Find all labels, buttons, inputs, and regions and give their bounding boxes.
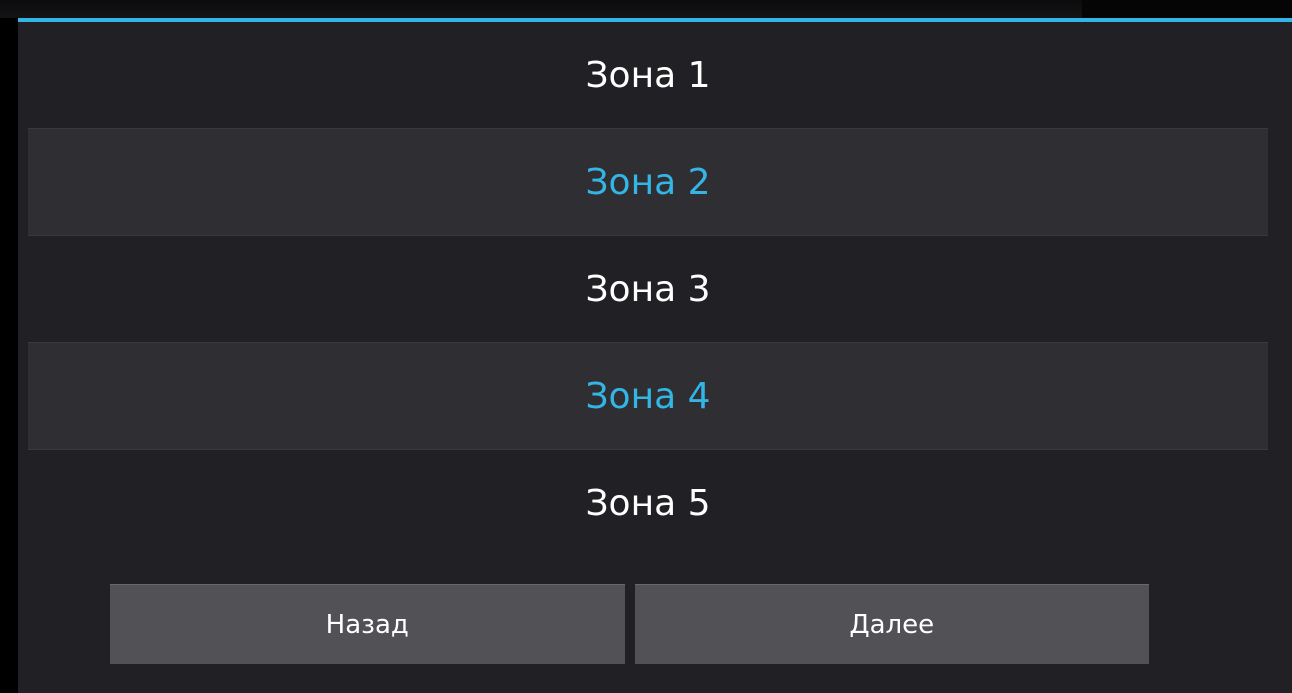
navigation-buttons: Назад Далее — [110, 584, 1149, 664]
zone-item-3[interactable]: Зона 3 — [28, 236, 1268, 343]
zone-item-1[interactable]: Зона 1 — [28, 22, 1268, 129]
zone-item-5[interactable]: Зона 5 — [28, 450, 1268, 556]
next-button[interactable]: Далее — [634, 584, 1149, 664]
zone-list: Зона 1 Зона 2 Зона 3 Зона 4 Зона 5 — [28, 22, 1268, 556]
status-bar-right — [1082, 0, 1292, 18]
zone-item-4[interactable]: Зона 4 — [28, 343, 1268, 450]
back-button[interactable]: Назад — [110, 584, 625, 664]
app-screen: Зона 1 Зона 2 Зона 3 Зона 4 Зона 5 Назад… — [0, 0, 1292, 693]
zone-item-2[interactable]: Зона 2 — [28, 129, 1268, 236]
